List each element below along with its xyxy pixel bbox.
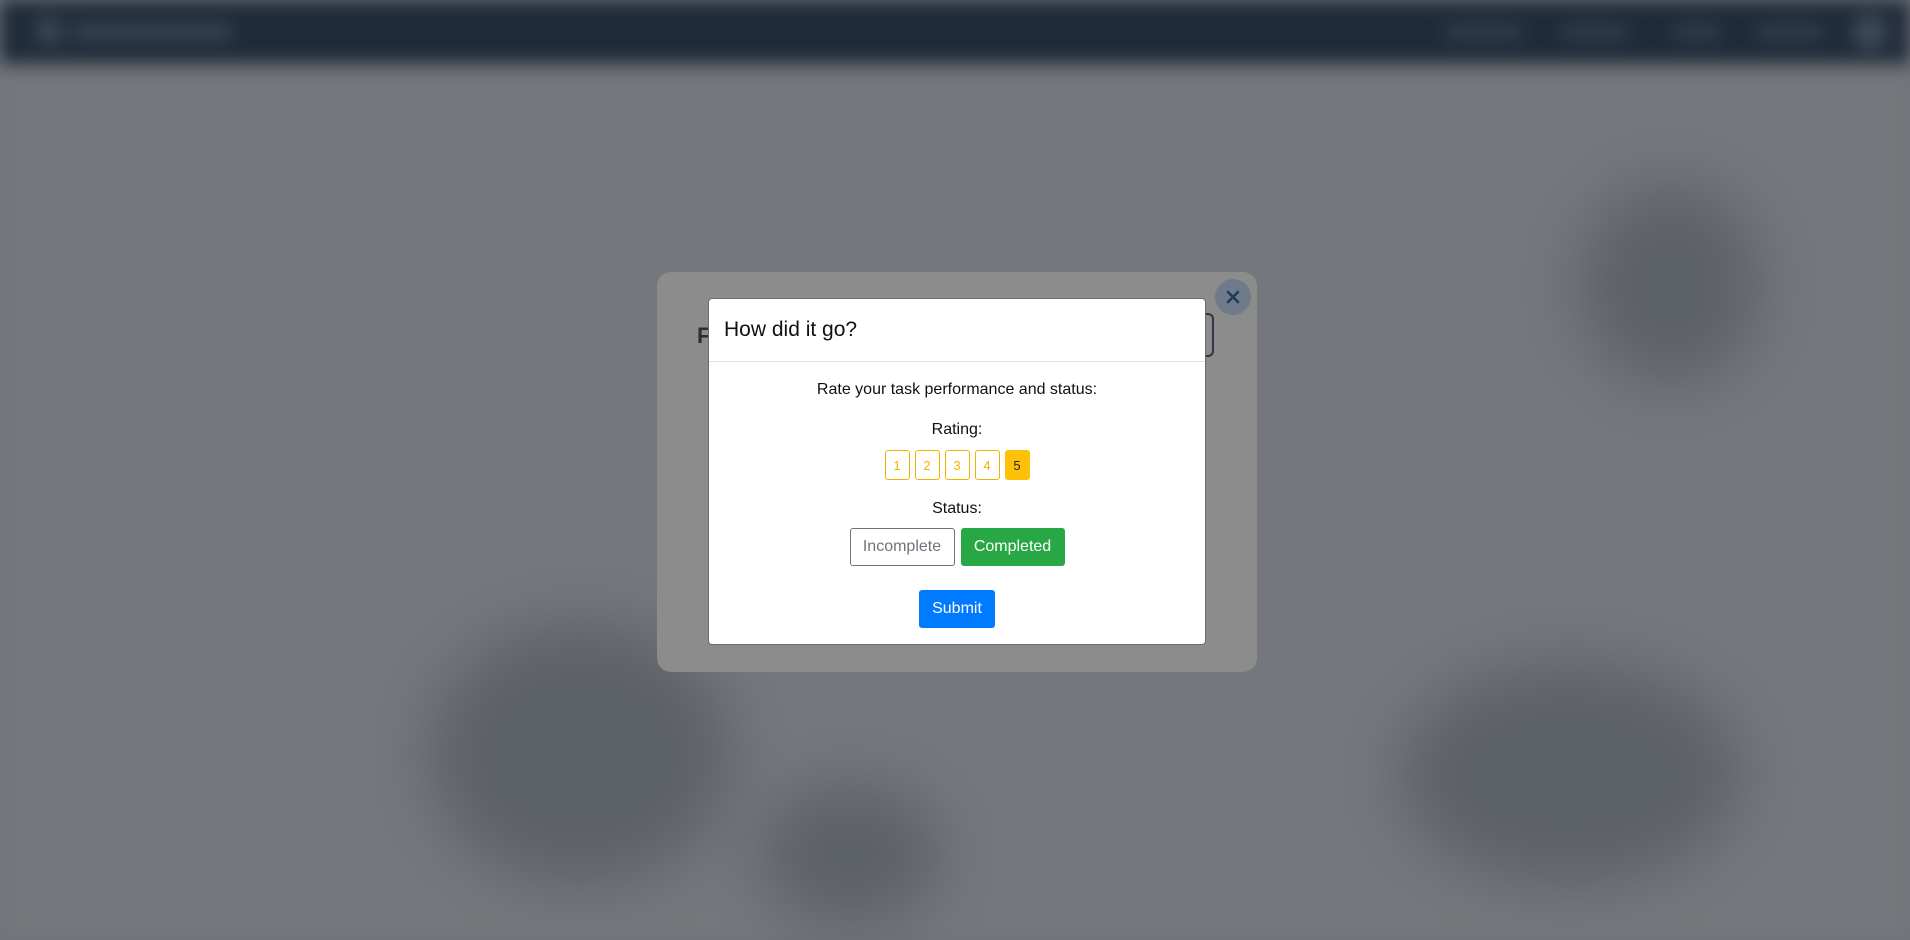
modal-title: How did it go?	[724, 318, 858, 341]
background-nav-link	[1560, 25, 1630, 39]
rating-2-button[interactable]: 2	[914, 450, 940, 480]
feedback-modal: How did it go? Rate your task performanc…	[708, 298, 1206, 645]
screen: F How did it go? Rate your task performa…	[0, 0, 1910, 940]
rating-5-button[interactable]: 5	[1004, 450, 1030, 480]
background-logo	[36, 18, 62, 44]
background-shape	[1580, 184, 1760, 384]
close-icon	[1226, 290, 1240, 304]
background-avatar	[1852, 14, 1888, 50]
background-shape	[1400, 664, 1740, 884]
rating-1-button[interactable]: 1	[884, 450, 910, 480]
completed-button[interactable]: Completed	[960, 528, 1065, 566]
incomplete-button[interactable]: Incomplete	[849, 528, 955, 566]
close-button[interactable]	[1215, 279, 1251, 315]
background-shape	[760, 784, 940, 924]
background-brand	[72, 24, 232, 40]
background-nav-link	[1445, 25, 1523, 39]
rating-3-button[interactable]: 3	[944, 450, 970, 480]
rating-group: 1 2 3 4 5	[709, 450, 1205, 480]
modal-header: How did it go?	[709, 299, 1205, 362]
rating-4-button[interactable]: 4	[974, 450, 1000, 480]
submit-button[interactable]: Submit	[919, 590, 995, 628]
status-group: Incomplete Completed	[709, 528, 1205, 566]
status-label: Status:	[932, 500, 982, 517]
modal-prompt: Rate your task performance and status:	[816, 381, 1098, 398]
rating-label: Rating:	[931, 421, 983, 438]
background-nav-link	[1672, 25, 1722, 39]
submit-row: Submit	[709, 590, 1205, 628]
background-nav-link	[1755, 25, 1825, 39]
